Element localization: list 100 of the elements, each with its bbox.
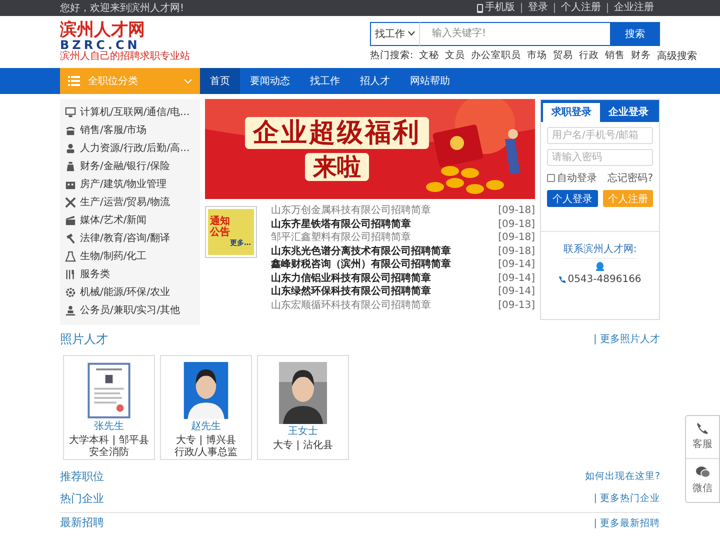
- news-link[interactable]: 山东齐星铁塔有限公司招聘简章: [271, 218, 411, 231]
- search-type-dropdown[interactable]: 找工作: [370, 22, 420, 46]
- side-service-button[interactable]: 客服: [686, 416, 719, 458]
- chat-bubbles-icon: [696, 466, 710, 478]
- hot-search-link[interactable]: 办公室职员: [471, 49, 522, 62]
- top-link[interactable]: 登录: [521, 3, 554, 13]
- section-title: 热门企业: [60, 490, 104, 506]
- talent-name[interactable]: 王女士: [288, 426, 318, 438]
- mobile-link[interactable]: 手机版: [471, 3, 521, 13]
- password-field[interactable]: 请输入密码: [547, 149, 653, 166]
- nav-tab[interactable]: 首页: [200, 68, 240, 94]
- news-date: [09-14]: [498, 258, 535, 272]
- talent-card[interactable]: 张先生 大学本科 | 邹平县 安全消防: [63, 355, 155, 460]
- site-domain: BZRC.CN: [60, 39, 140, 51]
- hot-search-link[interactable]: 行政: [579, 49, 600, 62]
- site-logo-name: 滨州人才网: [60, 22, 146, 39]
- news-date: [09-13]: [498, 298, 535, 312]
- news-date: [09-14]: [498, 272, 535, 285]
- talent-name[interactable]: 张先生: [94, 421, 124, 434]
- news-link[interactable]: 山东宏顺循环科技有限公司招聘简章: [271, 298, 431, 312]
- hot-search-label: 热门搜索:: [370, 49, 414, 62]
- nav-tab[interactable]: 找工作: [300, 68, 350, 94]
- news-date: [09-18]: [498, 244, 535, 258]
- gear-icon: [65, 286, 76, 298]
- news-link[interactable]: 山东兆光色谱分离技术有限公司招聘简章: [271, 244, 451, 258]
- phone-icon: [697, 423, 708, 434]
- nav-tab[interactable]: 网站帮助: [400, 68, 460, 94]
- hot-search-link[interactable]: 销售: [605, 49, 626, 62]
- search-button[interactable]: 搜索: [610, 22, 660, 46]
- gavel-icon: [65, 232, 76, 244]
- people-icon: [65, 304, 76, 316]
- nav-tab[interactable]: 要闻动态: [240, 68, 300, 94]
- hot-search-link[interactable]: 文秘: [419, 49, 440, 62]
- monitor-icon: [65, 106, 76, 118]
- category-link[interactable]: 销售/客服/市场: [65, 121, 197, 139]
- section-link[interactable]: | 更多最新招聘: [594, 517, 660, 530]
- contact-title: 联系滨州人才网:: [563, 242, 637, 259]
- category-link[interactable]: 机械/能源/环保/农业: [65, 283, 197, 301]
- side-service-button[interactable]: 微信: [686, 458, 719, 502]
- search-field[interactable]: 输入关键字!: [420, 22, 610, 46]
- chevron-icon: [184, 78, 192, 84]
- section-link[interactable]: | 更多热门企业: [594, 492, 660, 504]
- talent-info: 行政/人事总监: [174, 447, 238, 459]
- top-link[interactable]: 企业注册: [607, 3, 660, 13]
- section-title: 照片人才: [60, 330, 108, 348]
- phone-icon: [558, 276, 566, 283]
- news-link[interactable]: 山东万创金属科技有限公司招聘简章: [271, 204, 431, 218]
- hot-search-link[interactable]: 贸易: [553, 49, 574, 62]
- section-link[interactable]: 如何出现在这里?: [584, 470, 660, 482]
- hot-search-link[interactable]: 文员: [445, 49, 466, 62]
- talent-info: 大专 | 沾化县: [273, 440, 333, 452]
- talent-card[interactable]: 赵先生 大专 | 博兴县 行政/人事总监: [160, 355, 252, 460]
- talent-info: 安全消防: [89, 447, 129, 459]
- phone-icon: [477, 4, 483, 12]
- banner-subline: 来啦: [305, 153, 369, 181]
- list-icon: [68, 76, 80, 86]
- clapperboard-icon: [65, 214, 76, 226]
- flask-icon: [65, 250, 76, 262]
- chevron-icon: [408, 31, 415, 36]
- login-tab[interactable]: 企业登录: [600, 103, 657, 122]
- banner-headline: 企业超级福利: [245, 117, 429, 149]
- category-link[interactable]: 财务/金融/银行/保险: [65, 157, 197, 175]
- nav-tab[interactable]: 招人才: [350, 68, 400, 94]
- category-link[interactable]: 法律/教育/咨询/翻译: [65, 229, 197, 247]
- contact-phone: 0543-4896166: [568, 274, 642, 285]
- talent-info: 大学本科 | 邹平县: [69, 435, 149, 446]
- news-date: [09-14]: [498, 285, 535, 298]
- section-title: 推荐职位: [60, 468, 104, 484]
- category-link[interactable]: 公务员/兼职/实习/其他: [65, 301, 197, 319]
- username-field[interactable]: 用户名/手机号/邮箱: [547, 127, 653, 144]
- money-bag-icon: [65, 160, 76, 172]
- news-date: [09-18]: [498, 204, 535, 218]
- news-link[interactable]: 山东力信铝业科技有限公司招聘简章: [271, 272, 431, 285]
- logo-tagline: 滨州人自己的招聘求职专业站: [60, 52, 190, 62]
- advanced-search-link[interactable]: 高级搜索: [657, 48, 698, 62]
- auto-login-checkbox[interactable]: [547, 174, 555, 182]
- category-link[interactable]: 服务类: [65, 265, 197, 283]
- category-link[interactable]: 生产/运营/贸易/物流: [65, 193, 197, 211]
- utensils-icon: [65, 268, 76, 280]
- category-link[interactable]: 计算机/互联网/通信/电...: [65, 103, 197, 121]
- news-link[interactable]: 邹平汇鑫塑料有限公司招聘简章: [271, 231, 411, 244]
- auto-login-label: 自动登录: [557, 172, 597, 185]
- person-icon: [65, 142, 76, 154]
- category-link[interactable]: 媒体/艺术/新闻: [65, 211, 197, 229]
- talent-info: 大专 | 博兴县: [176, 435, 236, 446]
- forgot-password-link[interactable]: 忘记密码?: [608, 171, 653, 185]
- login-tab[interactable]: 求职登录: [543, 103, 600, 122]
- news-link[interactable]: 鑫峰财税咨询（滨州）有限公司招聘简章: [271, 258, 451, 272]
- talent-name[interactable]: 赵先生: [191, 421, 221, 434]
- category-link[interactable]: 人力资源/行政/后勤/高...: [65, 139, 197, 157]
- more-link[interactable]: | 更多照片人才: [593, 332, 660, 346]
- hot-search-link[interactable]: 市场: [527, 49, 548, 62]
- news-link[interactable]: 山东绿然环保科技有限公司招聘简章: [271, 285, 431, 298]
- hot-search-link[interactable]: 财务: [631, 49, 652, 62]
- login-button[interactable]: 个人登录: [547, 190, 598, 207]
- top-link[interactable]: 个人注册: [554, 3, 607, 13]
- talent-card[interactable]: 王女士 大专 | 沾化县: [257, 355, 349, 460]
- welcome-text: 您好，欢迎来到滨州人才网!: [60, 2, 184, 15]
- category-link[interactable]: 生物/制药/化工: [65, 247, 197, 265]
- category-link[interactable]: 房产/建筑/物业管理: [65, 175, 197, 193]
